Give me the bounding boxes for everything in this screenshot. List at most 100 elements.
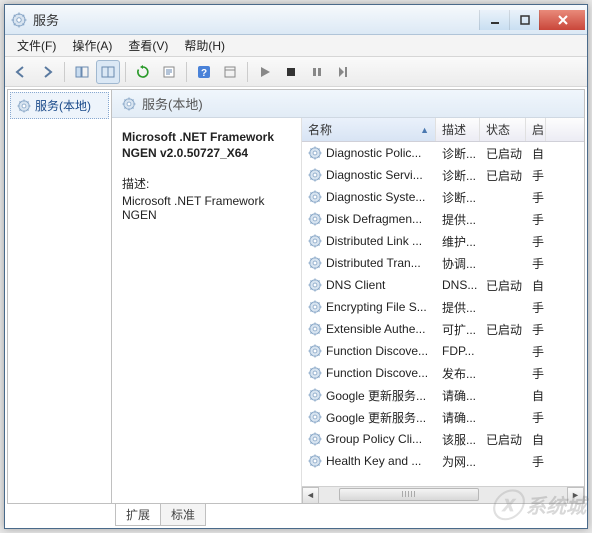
titlebar[interactable]: 服务 (5, 5, 587, 35)
column-name[interactable]: 名称 ▲ (302, 118, 436, 141)
column-description[interactable]: 描述 (436, 118, 480, 141)
service-name: Function Discove... (326, 366, 428, 380)
gear-icon (308, 212, 322, 226)
scroll-left-button[interactable]: ◄ (302, 487, 319, 504)
service-startup: 手 (526, 365, 546, 382)
service-name: Google 更新服务... (326, 387, 426, 404)
pause-service-button[interactable] (305, 60, 329, 84)
service-row[interactable]: Diagnostic Syste...诊断...手 (302, 186, 584, 208)
service-row[interactable]: Distributed Tran...协调...手 (302, 252, 584, 274)
service-desc: FDP... (436, 344, 480, 358)
service-desc: 维护... (436, 233, 480, 250)
right-pane: 服务(本地) Microsoft .NET Framework NGEN v2.… (112, 90, 584, 503)
service-name: Function Discove... (326, 344, 428, 358)
show-hide-tree-button[interactable] (70, 60, 94, 84)
menu-file[interactable]: 文件(F) (9, 35, 64, 56)
service-startup: 手 (526, 167, 546, 184)
horizontal-scrollbar[interactable]: ◄ ► (302, 486, 584, 503)
service-row[interactable]: Function Discove...FDP...手 (302, 340, 584, 362)
content-body: 服务(本地) 服务(本地) Microsoft .NET Framework N… (7, 89, 585, 504)
properties-button[interactable] (218, 60, 242, 84)
service-desc: 请确... (436, 387, 480, 404)
service-desc: 该服... (436, 431, 480, 448)
restart-service-button[interactable] (331, 60, 355, 84)
tab-extended[interactable]: 扩展 (115, 504, 161, 526)
tree-pane[interactable]: 服务(本地) (8, 90, 112, 503)
scroll-right-button[interactable]: ► (567, 487, 584, 504)
service-status: 已启动 (480, 321, 526, 338)
gear-icon (308, 146, 322, 160)
service-status: 已启动 (480, 431, 526, 448)
service-row[interactable]: Encrypting File S...提供...手 (302, 296, 584, 318)
service-row[interactable]: Function Discove...发布...手 (302, 362, 584, 384)
column-status[interactable]: 状态 (480, 118, 526, 141)
gear-icon (308, 432, 322, 446)
service-row[interactable]: Google 更新服务...请确...自 (302, 384, 584, 406)
service-desc: 提供... (436, 299, 480, 316)
export-button[interactable] (157, 60, 181, 84)
service-row[interactable]: Health Key and ...为网...手 (302, 450, 584, 472)
service-row[interactable]: Group Policy Cli...该服...已启动自 (302, 428, 584, 450)
gear-icon (308, 388, 322, 402)
view-tabs: 扩展 标准 (115, 504, 205, 526)
window-title: 服务 (33, 10, 479, 29)
service-row[interactable]: Distributed Link ... 维护... 手 (302, 230, 584, 252)
tree-root-services-local[interactable]: 服务(本地) (10, 92, 109, 119)
gear-icon (308, 454, 322, 468)
service-startup: 自 (526, 145, 546, 162)
service-desc: 协调... (436, 255, 480, 272)
app-icon (11, 12, 27, 28)
gear-icon (308, 366, 322, 380)
service-row[interactable]: Disk Defragmen...提供...手 (302, 208, 584, 230)
service-desc: 提供... (436, 211, 480, 228)
menu-help[interactable]: 帮助(H) (176, 35, 233, 56)
service-name: Diagnostic Servi... (326, 168, 423, 182)
service-startup: 手 (526, 211, 546, 228)
service-startup: 手 (526, 321, 546, 338)
close-button[interactable] (539, 10, 585, 30)
back-button[interactable] (9, 60, 33, 84)
help-button[interactable]: ? (192, 60, 216, 84)
service-name: Distributed Link ... (326, 234, 422, 248)
service-status: 已启动 (480, 145, 526, 162)
gear-icon (308, 168, 322, 182)
service-row[interactable]: Diagnostic Servi...诊断...已启动手 (302, 164, 584, 186)
tab-standard[interactable]: 标准 (160, 504, 206, 526)
service-startup: 手 (526, 409, 546, 426)
menu-view[interactable]: 查看(V) (120, 35, 176, 56)
tree-root-label: 服务(本地) (35, 97, 91, 114)
menu-action[interactable]: 操作(A) (64, 35, 120, 56)
start-service-button[interactable] (253, 60, 277, 84)
services-window: 服务 文件(F) 操作(A) 查看(V) 帮助(H) ? (4, 4, 588, 529)
refresh-button[interactable] (131, 60, 155, 84)
selected-service-name: Microsoft .NET Framework NGEN v2.0.50727… (122, 130, 291, 161)
scroll-thumb[interactable] (339, 488, 479, 501)
gear-icon (308, 344, 322, 358)
service-row[interactable]: Extensible Authe...可扩...已启动手 (302, 318, 584, 340)
minimize-button[interactable] (479, 10, 509, 30)
menubar: 文件(F) 操作(A) 查看(V) 帮助(H) (5, 35, 587, 57)
service-list[interactable]: 名称 ▲ 描述 状态 启 Diagnostic Polic...诊断...已启动… (302, 118, 584, 503)
gear-icon (308, 256, 322, 270)
service-startup: 手 (526, 189, 546, 206)
right-header: 服务(本地) (112, 90, 584, 118)
scroll-track[interactable] (319, 487, 567, 504)
service-name: Diagnostic Syste... (326, 190, 425, 204)
detail-pane-button[interactable] (96, 60, 120, 84)
column-headers: 名称 ▲ 描述 状态 启 (302, 118, 584, 142)
service-startup: 自 (526, 277, 546, 294)
service-startup: 自 (526, 431, 546, 448)
right-header-title: 服务(本地) (142, 94, 203, 113)
service-row[interactable]: Diagnostic Polic...诊断...已启动自 (302, 142, 584, 164)
service-name: Health Key and ... (326, 454, 421, 468)
gear-icon (122, 97, 136, 111)
service-startup: 手 (526, 233, 546, 250)
column-startup[interactable]: 启 (526, 118, 546, 141)
forward-button[interactable] (35, 60, 59, 84)
gear-icon (308, 234, 322, 248)
maximize-button[interactable] (509, 10, 539, 30)
service-row[interactable]: DNS ClientDNS...已启动自 (302, 274, 584, 296)
stop-service-button[interactable] (279, 60, 303, 84)
service-row[interactable]: Google 更新服务...请确...手 (302, 406, 584, 428)
gear-icon (308, 190, 322, 204)
